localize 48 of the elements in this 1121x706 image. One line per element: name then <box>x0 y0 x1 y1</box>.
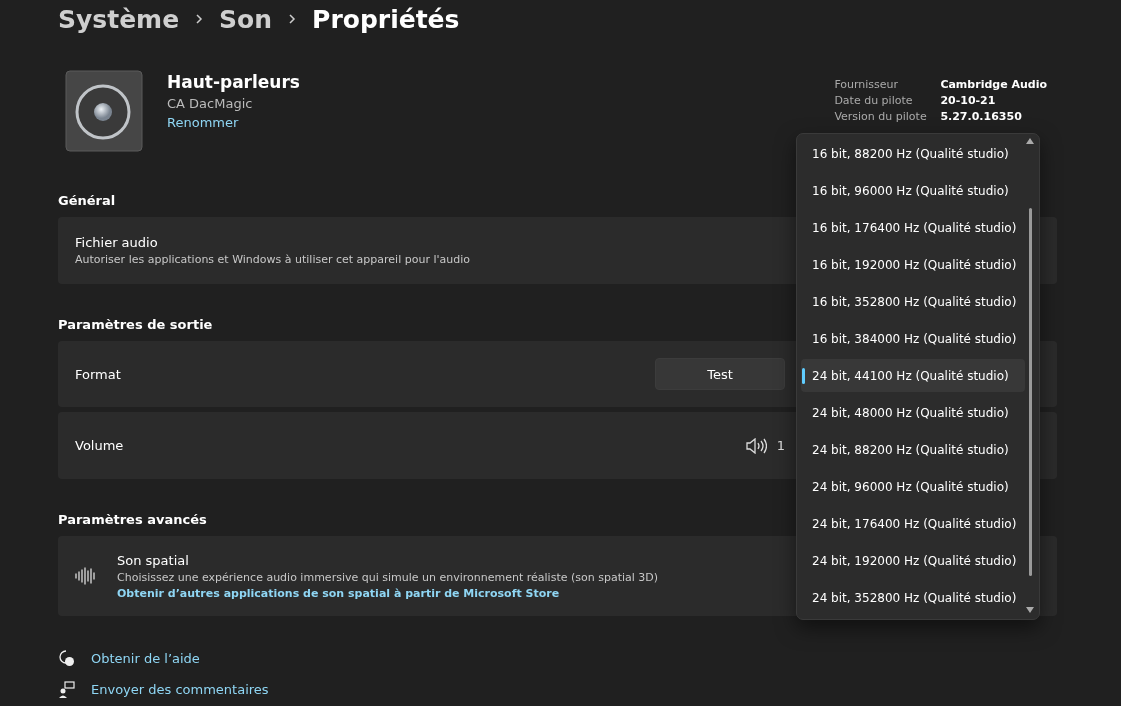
driver-info-value: Cambridge Audio <box>940 78 1047 91</box>
format-option[interactable]: 16 bit, 96000 Hz (Qualité studio) <box>801 174 1025 207</box>
scrollbar-thumb[interactable] <box>1029 208 1032 576</box>
format-option[interactable]: 16 bit, 352800 Hz (Qualité studio) <box>801 285 1025 318</box>
format-option[interactable]: 24 bit, 352800 Hz (Qualité studio) <box>801 581 1025 614</box>
format-option[interactable]: 24 bit, 48000 Hz (Qualité studio) <box>801 396 1025 429</box>
card-title: Volume <box>75 438 124 453</box>
breadcrumb-item[interactable]: Son <box>219 4 273 34</box>
driver-info-value: 5.27.0.16350 <box>940 110 1023 123</box>
store-link[interactable]: Obtenir d’autres applications de son spatial à partir de Microsoft Store <box>117 586 659 600</box>
volume-value: 1 <box>776 438 785 453</box>
format-option[interactable]: 24 bit, 88200 Hz (Qualité studio) <box>801 433 1025 466</box>
sound-wave-icon <box>75 567 95 585</box>
driver-info-label: Date du pilote <box>834 94 914 107</box>
help-icon <box>58 650 75 667</box>
driver-info-label: Fournisseur <box>834 78 900 91</box>
footer-link[interactable]: Envoyer des commentaires <box>91 682 269 697</box>
rename-link[interactable]: Renommer <box>167 115 300 130</box>
card-description: Autoriser les applications et Windows à utiliser cet appareil pour l'audio <box>75 253 470 266</box>
breadcrumb-item: Propriétés <box>312 4 460 34</box>
driver-info-value: 20-10-21 <box>940 94 997 107</box>
scroll-up-icon[interactable] <box>1026 138 1034 144</box>
feedback-icon <box>58 681 75 698</box>
section-heading: Paramètres de sortie <box>58 317 213 332</box>
footer-link[interactable]: Obtenir de l’aide <box>91 651 200 666</box>
device-name: Haut-parleurs <box>167 72 300 92</box>
card-description: Choisissez une expérience audio immersive qui simule un environnement réaliste (son spatial 3D) <box>117 570 659 584</box>
scroll-down-icon[interactable] <box>1026 607 1034 613</box>
card-title: Son spatial <box>117 552 190 568</box>
test-button[interactable]: Test <box>655 358 785 390</box>
format-option[interactable]: 24 bit, 176400 Hz (Qualité studio) <box>801 507 1025 540</box>
selection-indicator <box>802 368 805 384</box>
format-option[interactable]: 16 bit, 192000 Hz (Qualité studio) <box>801 248 1025 281</box>
format-option[interactable]: 16 bit, 176400 Hz (Qualité studio) <box>801 211 1025 244</box>
format-option[interactable]: 24 bit, 192000 Hz (Qualité studio) <box>801 544 1025 577</box>
format-option[interactable]: 16 bit, 384000 Hz (Qualité studio) <box>801 322 1025 355</box>
section-heading: Général <box>58 193 116 208</box>
volume-icon[interactable] <box>745 437 767 454</box>
driver-info-label: Version du pilote <box>834 110 928 123</box>
breadcrumb-item[interactable]: Système <box>58 4 180 34</box>
speaker-icon <box>65 70 143 152</box>
card-title: Fichier audio <box>75 235 159 250</box>
format-option[interactable]: 24 bit, 96000 Hz (Qualité studio) <box>801 470 1025 503</box>
format-option[interactable]: 16 bit, 88200 Hz (Qualité studio) <box>801 137 1025 170</box>
format-option[interactable]: 24 bit, 44100 Hz (Qualité studio) <box>801 359 1025 392</box>
section-heading: Paramètres avancés <box>58 512 207 527</box>
device-model: CA DacMagic <box>167 96 254 111</box>
card-title: Format <box>75 366 121 382</box>
